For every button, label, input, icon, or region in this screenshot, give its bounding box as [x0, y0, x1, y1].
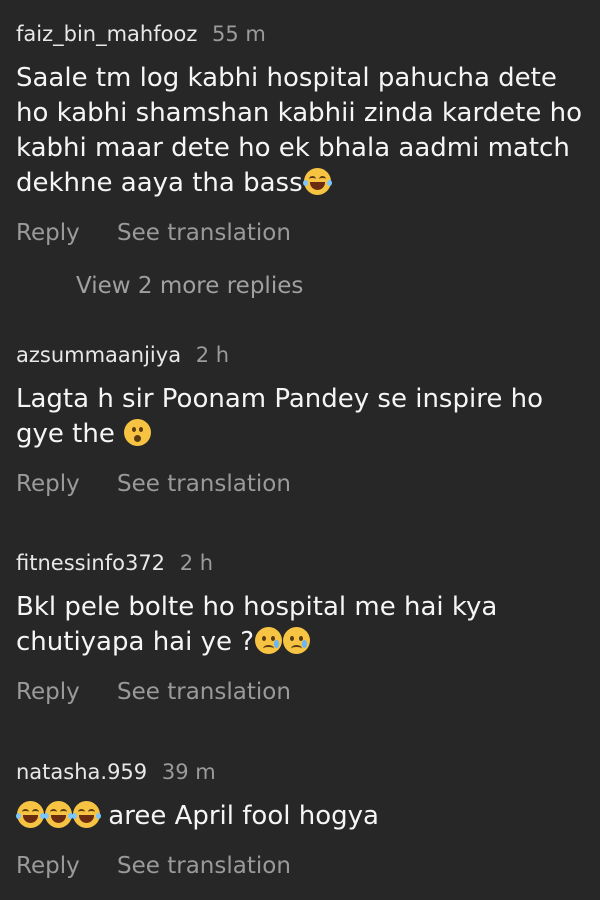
reply-button[interactable]: Reply	[16, 220, 80, 246]
comment-meta: faiz_bin_mahfooz 55 m	[16, 21, 586, 47]
comment-timestamp: 39 m	[161, 760, 216, 784]
face-with-tears-of-joy-icon	[72, 801, 101, 828]
see-translation-button[interactable]: See translation	[117, 471, 291, 497]
comment-item: fitnessinfo372 2 h Bkl pele bolte ho hos…	[16, 550, 586, 706]
crying-face-icon	[283, 627, 311, 654]
reply-button[interactable]: Reply	[16, 853, 80, 879]
hushed-face-icon	[124, 419, 152, 446]
reply-button[interactable]: Reply	[16, 471, 80, 497]
comment-meta: azsummaanjiya 2 h	[16, 342, 586, 368]
comment-actions: Reply See translation	[16, 852, 586, 880]
comment-timestamp: 2 h	[195, 343, 230, 367]
comment-meta: fitnessinfo372 2 h	[16, 550, 586, 576]
see-translation-button[interactable]: See translation	[117, 853, 291, 879]
comment-timestamp: 55 m	[212, 22, 266, 46]
comment-username[interactable]: faiz_bin_mahfooz	[16, 22, 197, 46]
comment-text-content: aree April fool hogya	[108, 801, 379, 831]
comment-actions: Reply See translation	[16, 219, 586, 247]
comment-username[interactable]: fitnessinfo372	[16, 551, 165, 575]
comment-item: faiz_bin_mahfooz 55 m Saale tm log kabhi…	[16, 21, 586, 247]
comment-item: natasha.959 39 m aree April fool hogya R…	[16, 759, 586, 880]
crying-face-icon	[255, 627, 283, 654]
comment-meta: natasha.959 39 m	[16, 759, 586, 785]
comment-text-content: Saale tm log kabhi hospital pahucha dete…	[16, 63, 583, 198]
comment-text: Lagta h sir Poonam Pandey se inspire ho …	[16, 382, 586, 452]
face-with-tears-of-joy-icon	[302, 168, 332, 195]
comment-timestamp: 2 h	[179, 551, 214, 575]
comment-text-content: Lagta h sir Poonam Pandey se inspire ho …	[16, 384, 543, 449]
reply-button[interactable]: Reply	[16, 679, 80, 705]
comment-text: Bkl pele bolte ho hospital me hai kya ch…	[16, 590, 586, 660]
comment-item: azsummaanjiya 2 h Lagta h sir Poonam Pan…	[16, 342, 586, 498]
comment-text: aree April fool hogya	[16, 799, 586, 834]
comment-text: Saale tm log kabhi hospital pahucha dete…	[16, 61, 586, 201]
face-with-tears-of-joy-icon	[44, 801, 73, 828]
view-more-replies-button[interactable]: View 2 more replies	[76, 272, 303, 300]
face-with-tears-of-joy-icon	[16, 801, 45, 828]
see-translation-button[interactable]: See translation	[117, 679, 291, 705]
comment-actions: Reply See translation	[16, 470, 586, 498]
comment-username[interactable]: azsummaanjiya	[16, 343, 181, 367]
comment-actions: Reply See translation	[16, 678, 586, 706]
see-translation-button[interactable]: See translation	[117, 220, 291, 246]
comment-username[interactable]: natasha.959	[16, 760, 147, 784]
